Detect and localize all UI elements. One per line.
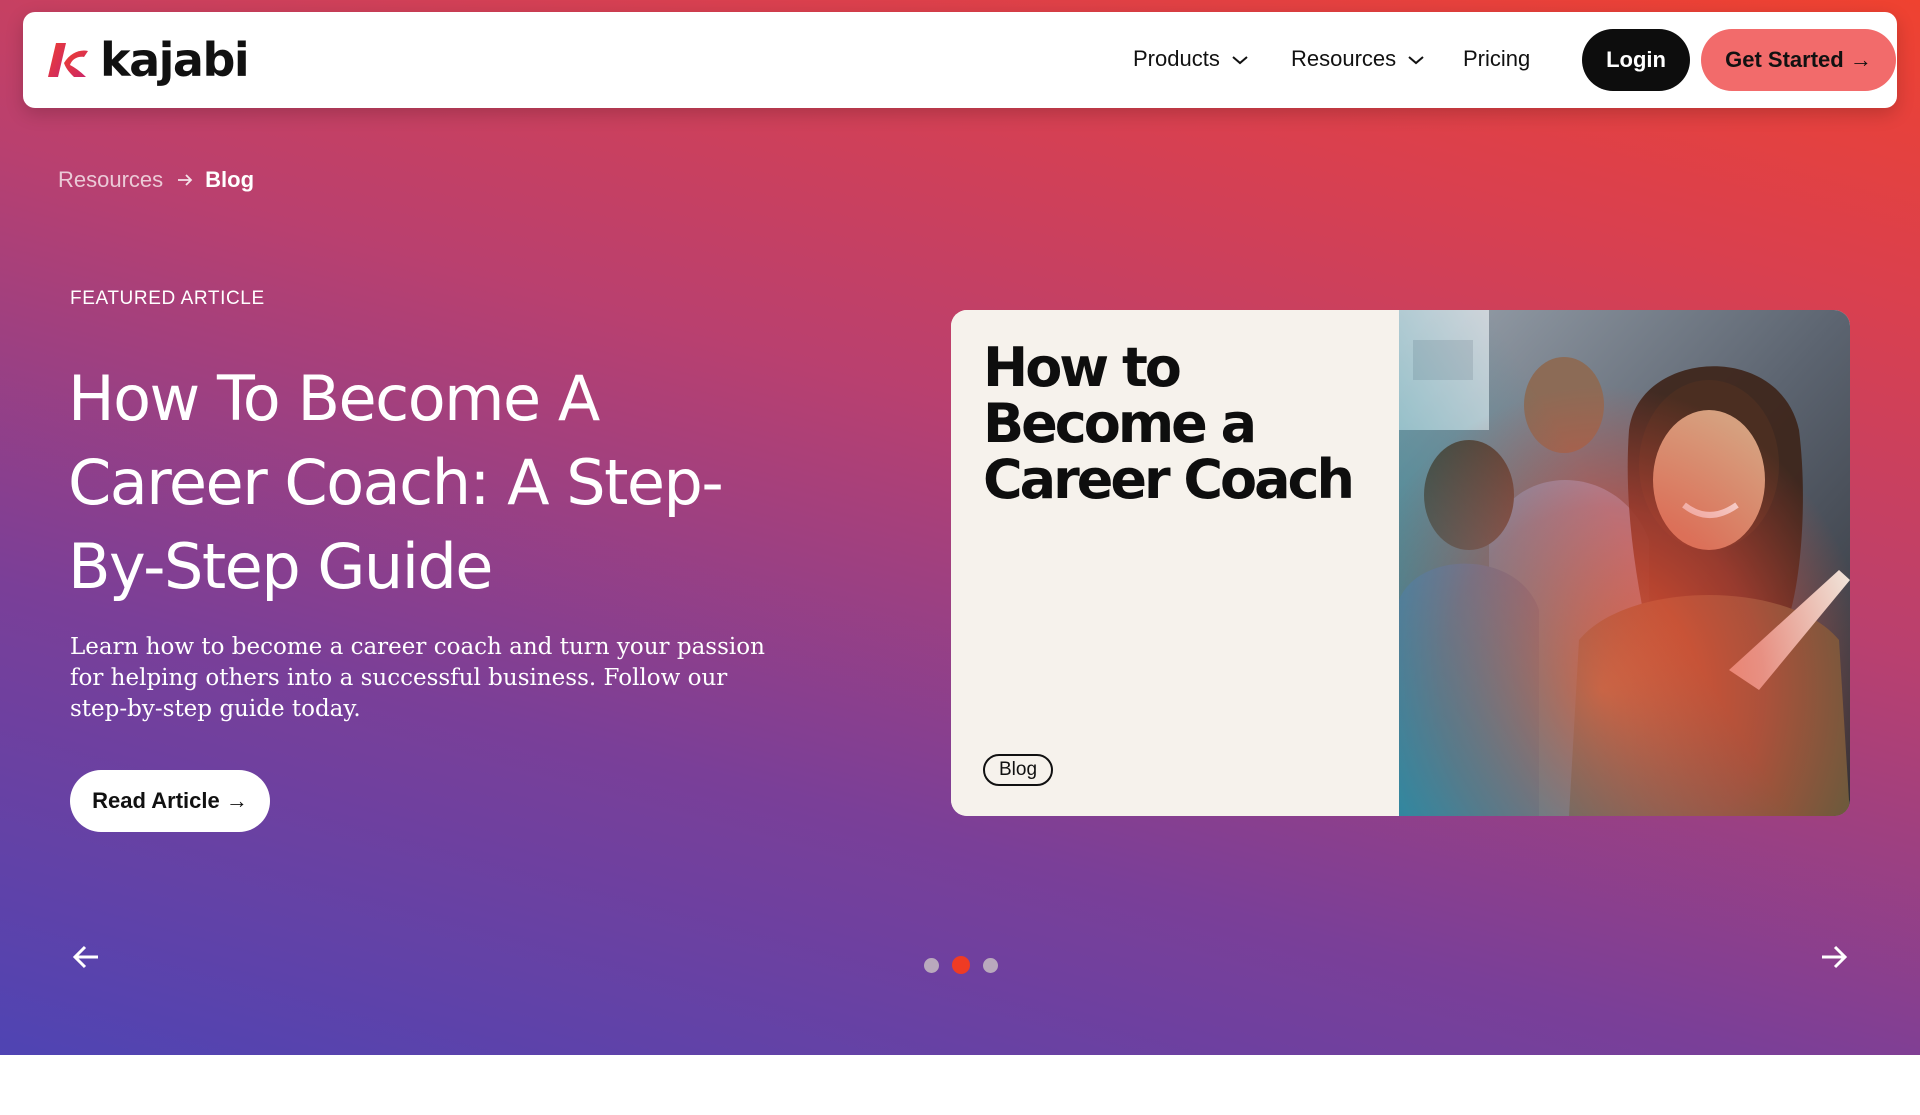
chevron-down-icon xyxy=(1407,46,1425,72)
featured-description: Learn how to become a career coach and t… xyxy=(70,634,765,722)
chevron-down-icon xyxy=(1231,46,1249,72)
breadcrumb-blog[interactable]: Blog xyxy=(205,167,254,193)
card-tag: Blog xyxy=(983,754,1054,786)
nav-pricing-label: Pricing xyxy=(1463,46,1531,71)
carousel-dot-active[interactable] xyxy=(952,956,970,974)
carousel-dot[interactable] xyxy=(924,957,939,973)
nav-resources-label: Resources xyxy=(1291,46,1397,71)
read-article-button[interactable]: Read Article → xyxy=(70,770,270,832)
featured-card[interactable]: How to Become a Career Coach Blog xyxy=(951,310,1850,816)
featured-eyebrow: FEATURED ARTICLE xyxy=(70,288,265,309)
logo-wordmark: kajabi xyxy=(100,33,250,87)
card-title: How to Become a Career Coach xyxy=(983,336,1355,511)
login-button[interactable]: Login xyxy=(1582,29,1690,91)
card-photo xyxy=(1399,310,1850,816)
page-content-below xyxy=(0,1055,1920,1115)
nav-products-label: Products xyxy=(1133,46,1220,71)
nav-resources[interactable]: Resources xyxy=(1291,46,1425,72)
get-started-button[interactable]: Get Started → xyxy=(1701,29,1896,91)
breadcrumb: Resources Blog xyxy=(58,167,254,193)
nav-products[interactable]: Products xyxy=(1133,46,1249,72)
card-text-panel: How to Become a Career Coach Blog xyxy=(951,310,1399,816)
arrow-right-icon xyxy=(177,167,193,193)
carousel-dots xyxy=(924,956,1011,974)
kajabi-logo[interactable]: kajabi xyxy=(46,33,250,87)
featured-title[interactable]: How To Become A Career Coach: A Step-By-… xyxy=(68,357,788,609)
top-navbar: kajabi Products Resources Pricing Login … xyxy=(23,12,1897,108)
arrow-left-icon[interactable] xyxy=(70,940,104,974)
carousel-dot[interactable] xyxy=(983,957,998,973)
nav-pricing[interactable]: Pricing xyxy=(1463,46,1530,72)
arrow-right-icon[interactable] xyxy=(1816,940,1850,974)
kajabi-logo-icon xyxy=(48,43,88,77)
breadcrumb-resources[interactable]: Resources xyxy=(58,167,163,193)
